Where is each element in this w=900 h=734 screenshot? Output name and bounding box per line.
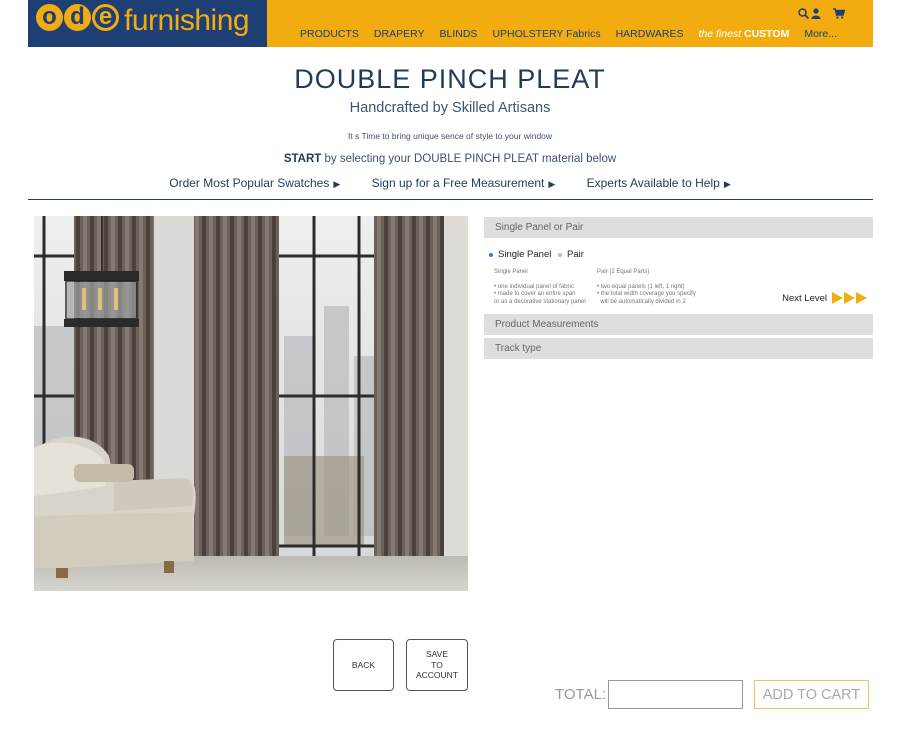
radio-label: Pair	[567, 249, 584, 260]
next-level-button[interactable]: Next Level	[782, 292, 867, 304]
promo-links: Order Most Popular Swatches ▶ Sign up for…	[0, 176, 900, 190]
single-panel-details: Single Panel • one individual panel of f…	[494, 269, 586, 306]
main-nav: PRODUCTS DRAPERY BLINDS UPHOLSTERY Fabri…	[300, 28, 852, 40]
nav-item-upholstery[interactable]: UPHOLSTERY Fabrics	[492, 28, 600, 40]
total-label: TOTAL:	[555, 686, 607, 703]
detail-header: Pair (2 Equal Parts)	[597, 269, 650, 275]
user-icon[interactable]	[811, 8, 821, 19]
section-divider	[28, 199, 873, 200]
next-level-label: Next Level	[782, 292, 827, 304]
logo-letter: e	[92, 4, 119, 31]
total-field[interactable]	[608, 680, 743, 709]
start-rest: by selecting your DOUBLE PINCH PLEAT mat…	[324, 153, 617, 165]
configurator-panel: Single Panel or Pair Single Panel Pair S…	[484, 217, 873, 362]
back-button[interactable]: BACK	[333, 639, 394, 691]
triangle-right-icon: ▶	[333, 179, 341, 189]
back-label: BACK	[351, 659, 376, 670]
detail-line: • the total width coverage you specify	[597, 291, 696, 297]
arrow-right-icon	[844, 292, 855, 304]
panel-type-radios: Single Panel Pair	[484, 241, 873, 269]
radio-dot-selected	[489, 252, 493, 257]
header-icons	[798, 8, 845, 19]
pair-details: Pair (2 Equal Parts) • two equal panels …	[597, 269, 696, 306]
nav-custom-prefix: the finest	[698, 28, 742, 40]
logo[interactable]: o d e furnishing	[28, 0, 267, 47]
nav-item-blinds[interactable]: BLINDS	[440, 28, 478, 40]
triangle-right-icon: ▶	[723, 179, 731, 189]
arrow-right-icon	[832, 292, 843, 304]
detail-line: or as a decorative stationary panel	[494, 298, 586, 305]
link-label: Experts Available to Help	[586, 176, 720, 190]
logo-text: furnishing	[124, 4, 250, 37]
detail-line: • one individual panel of fabric	[494, 283, 574, 290]
page-subtitle: Handcrafted by Skilled Artisans	[349, 100, 551, 116]
page-title: DOUBLE PINCH PLEAT	[294, 64, 606, 94]
nav-custom-label: CUSTOM	[744, 28, 790, 40]
cart-icon[interactable]	[833, 8, 845, 19]
nav-item-custom[interactable]: the finest CUSTOM	[698, 28, 789, 40]
product-image	[34, 216, 468, 591]
radio-label: Single Panel	[498, 249, 552, 260]
radio-single-panel[interactable]: Single Panel	[489, 249, 551, 260]
search-icon[interactable]	[798, 8, 809, 19]
tagline: It s Time to bring unique sence of style…	[347, 131, 553, 141]
start-instruction: START by selecting your DOUBLE PINCH PLE…	[0, 153, 900, 165]
nav-item-products[interactable]: PRODUCTS	[300, 28, 359, 40]
section-product-measurements[interactable]: Product Measurements	[484, 314, 873, 335]
order-swatches-link[interactable]: Order Most Popular Swatches ▶	[169, 176, 340, 190]
link-label: Sign up for a Free Measurement	[371, 176, 545, 190]
detail-header: Single Panel	[494, 269, 528, 275]
site-header: o d e furnishing PRODUCTS DRAPERY BLINDS…	[28, 0, 873, 47]
logo-letter: o	[36, 4, 63, 31]
logo-letter: d	[64, 4, 91, 31]
section-single-or-pair[interactable]: Single Panel or Pair	[484, 217, 873, 238]
experts-help-link[interactable]: Experts Available to Help ▶	[587, 176, 731, 190]
nav-item-drapery[interactable]: DRAPERY	[374, 28, 425, 40]
radio-dot	[558, 252, 562, 257]
start-bold: START	[283, 153, 322, 165]
save-label-line: SAVE	[425, 649, 449, 660]
arrow-right-icon	[856, 292, 867, 304]
save-label-line: TO	[431, 659, 443, 670]
add-to-cart-button[interactable]: ADD TO CART	[754, 680, 869, 709]
section-track-type[interactable]: Track type	[484, 338, 873, 359]
link-label: Order Most Popular Swatches	[169, 176, 330, 190]
save-to-account-button[interactable]: SAVE TO ACCOUNT	[406, 639, 468, 691]
save-label-line: ACCOUNT	[415, 670, 459, 681]
logo-mark: o d e	[36, 4, 119, 31]
detail-line: will be automatically divided in 2	[597, 298, 686, 305]
triangle-right-icon: ▶	[548, 179, 556, 189]
free-measurement-link[interactable]: Sign up for a Free Measurement ▶	[372, 176, 556, 190]
radio-pair[interactable]: Pair	[558, 249, 584, 260]
nav-item-more[interactable]: More...	[804, 28, 837, 40]
nav-item-hardwares[interactable]: HARDWARES	[616, 28, 684, 40]
detail-line: • made to cover an entire span	[494, 291, 576, 297]
detail-line: • two equal panels (1 left, 1 right)	[597, 283, 685, 290]
